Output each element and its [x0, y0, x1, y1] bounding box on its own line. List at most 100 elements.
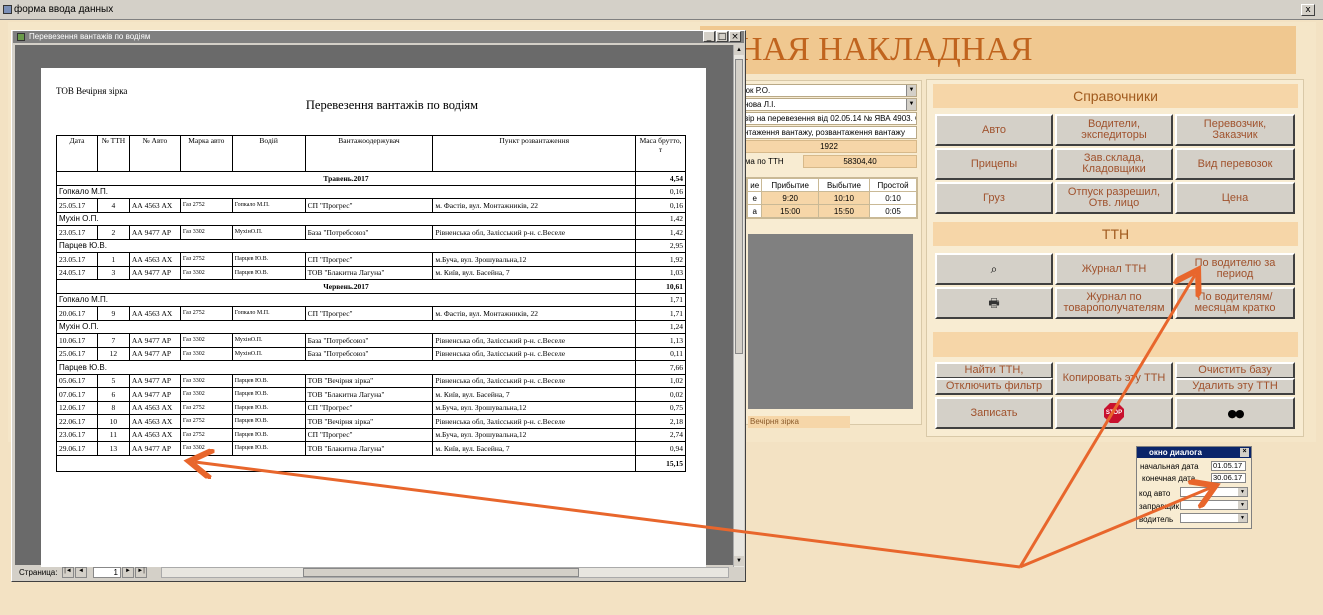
report-cell: 6 [96, 387, 130, 402]
horizontal-scroll-thumb[interactable] [303, 568, 579, 577]
schedule-cell[interactable]: 0:05 [869, 204, 917, 218]
carrier-select[interactable]: ▼ [1180, 500, 1248, 510]
by-driver-period-button[interactable]: По водителю за период [1175, 253, 1295, 285]
report-cell: Парцев Ю.В. [231, 252, 306, 267]
report-cell: 2,18 [635, 414, 686, 429]
report-driver-row: Мухін О.П. 1,42 [55, 211, 686, 226]
carrier-label: заправщик [1139, 502, 1180, 511]
report-cell: ТОВ "Блакитна Лагуна" [304, 387, 434, 402]
report-cell: База "Потребсоюз" [304, 225, 434, 240]
report-cell: Парцев Ю.В. [231, 427, 306, 442]
schedule-cell[interactable]: е [746, 191, 763, 205]
scroll-thumb[interactable] [735, 59, 743, 354]
chevron-down-icon[interactable]: ▼ [1238, 501, 1247, 509]
minimize-button[interactable]: _ [703, 31, 715, 42]
driver-combo[interactable]: юк Р.О. ▼ [741, 84, 917, 97]
schedule-cell[interactable]: 15:50 [817, 204, 871, 218]
first-page-icon[interactable]: |◄ [62, 567, 74, 578]
ref-button-7[interactable]: Отпуск разрешил, Отв. лицо [1055, 182, 1173, 214]
report-cell: 1 [96, 252, 130, 267]
report-cell: 12 [96, 346, 130, 361]
ref-button-2[interactable]: Перевозчик, Заказчик [1175, 114, 1295, 146]
by-drivers-monthly-button[interactable]: По водителям/ месяцам кратко [1175, 287, 1295, 319]
report-cell: 20.06.17 [56, 306, 98, 321]
report-cell: м.Буча, вул. Зрошувальна,12 [432, 427, 637, 442]
close-button[interactable]: x [1301, 4, 1315, 16]
vertical-scrollbar[interactable]: ▲ ▼ [733, 45, 744, 567]
scroll-down-icon[interactable]: ▼ [734, 556, 744, 566]
start-date-input[interactable]: 01.05.17 [1211, 461, 1246, 471]
chevron-down-icon[interactable]: ▼ [1238, 514, 1247, 522]
ref-button-4[interactable]: Зав.склада, Кладовщики [1055, 148, 1173, 180]
dispatcher-combo[interactable]: нова Л.І. ▼ [741, 98, 917, 111]
chevron-down-icon[interactable]: ▼ [1238, 488, 1247, 496]
page-number-input[interactable]: 1 [93, 567, 121, 578]
driver-select[interactable]: ▼ [1180, 513, 1248, 523]
report-cell: 0,94 [635, 441, 686, 456]
schedule-cell[interactable]: 10:10 [817, 191, 871, 205]
report-row: 24.05.17 3 АА 9477 АР Газ 3302 Парцев Ю.В. ТО… [56, 265, 686, 280]
schedule-cell[interactable]: 9:20 [761, 191, 819, 205]
ref-button-5[interactable]: Вид перевозок [1175, 148, 1295, 180]
report-cell: 24.05.17 [56, 265, 98, 280]
form-title: НАЯ НАКЛАДНАЯ [700, 26, 1296, 74]
report-cell: Газ 3302 [179, 441, 233, 456]
operations-field[interactable]: нтаження вантажу, розвантаження вантажу [741, 126, 917, 139]
ref-button-0[interactable]: Авто [935, 114, 1053, 146]
clear-db-button[interactable]: Очистить базу [1175, 362, 1295, 379]
remove-filter-button[interactable]: Отключить фильтр [935, 378, 1053, 395]
chevron-down-icon[interactable]: ▼ [906, 99, 916, 110]
delete-ttn-button[interactable]: Удалить эту ТТН [1175, 378, 1295, 395]
maximize-button[interactable]: □ [716, 31, 728, 42]
auto-code-select[interactable]: ▼ [1180, 487, 1248, 497]
stop-button[interactable]: STOP [1055, 397, 1173, 429]
ref-button-6[interactable]: Груз [935, 182, 1053, 214]
report-cell: м. Фастів, вул. Монтажників, 22 [432, 198, 637, 213]
contract-field[interactable]: вір на перевезення від 02.05.14 № ЯВА 49… [741, 112, 917, 125]
chevron-down-icon[interactable]: ▼ [906, 85, 916, 96]
copy-ttn-button[interactable]: Копировать эту ТТН [1055, 362, 1173, 395]
dialog-close-icon[interactable]: × [1240, 448, 1249, 457]
report-cell: Рівненська обл, Залісський р-н. с.Веселе [432, 333, 637, 348]
report-cell: 7 [96, 333, 130, 348]
ref-button-8[interactable]: Цена [1175, 182, 1295, 214]
schedule-cell[interactable]: 0:10 [869, 191, 917, 205]
outer-window-title: форма ввода данных [14, 4, 114, 15]
report-row: 05.06.17 5 АА 9477 АР Газ 3302 Парцев Ю.В. ТО… [56, 373, 686, 388]
empty-subform [748, 234, 913, 409]
sum-field[interactable]: 58304,40 [803, 155, 917, 168]
ttn-number-field[interactable]: 1922 [741, 140, 917, 153]
next-page-icon[interactable]: ► [122, 567, 134, 578]
schedule-cell[interactable]: 15:00 [761, 204, 819, 218]
last-page-icon[interactable]: ►| [135, 567, 147, 578]
dialog-title: окно диалога [1149, 448, 1202, 457]
ttn-journal-button[interactable]: Журнал ТТН [1055, 253, 1173, 285]
report-cell: Парцев Ю.В. [231, 373, 306, 388]
report-cell: Рівненська обл, Залісський р-н. с.Веселе [432, 373, 637, 388]
find-ttn-button[interactable]: Найти ТТН, [935, 362, 1053, 379]
ref-button-3[interactable]: Прицепы [935, 148, 1053, 180]
ref-button-1[interactable]: Водители, экспедиторы [1055, 114, 1173, 146]
report-cell: Газ 2752 [179, 414, 233, 429]
report-cell: м. Київ, вул. Басейна, 7 [432, 441, 637, 456]
schedule-cell[interactable]: а [746, 204, 763, 218]
schedule-table: ие Прибытие Выбытие Простой е 9:20 10:10 0:10 а… [746, 177, 918, 219]
report-cell: АА 9477 АР [128, 333, 181, 348]
auto-code-label: код авто [1139, 489, 1171, 498]
end-date-input[interactable]: 30.06.17 [1211, 473, 1246, 483]
report-close-button[interactable]: × [729, 31, 741, 42]
report-heading: Перевезення вантажів по водіям [305, 98, 479, 112]
prev-page-icon[interactable]: ◄ [75, 567, 87, 578]
report-table: Дата № ТТН № Авто Марка авто Водій Вантажооде… [55, 135, 686, 472]
search-button[interactable]: ⌕ [935, 253, 1053, 285]
save-button[interactable]: Записать [935, 397, 1053, 429]
report-cell: 11 [96, 427, 130, 442]
search-icon: ⌕ [990, 261, 998, 276]
print-button[interactable]: 🖶 [935, 287, 1053, 319]
report-cell: ТОВ "Блакитна Лагуна" [304, 265, 434, 280]
report-cell: ТОВ "Вечірня зірка" [304, 414, 434, 429]
scroll-up-icon[interactable]: ▲ [734, 45, 744, 55]
journal-by-receivers-button[interactable]: Журнал по товарополучателям [1055, 287, 1173, 319]
report-cell: Парцев Ю.В. [231, 265, 306, 280]
binoculars-button[interactable]: ●● [1175, 397, 1295, 429]
